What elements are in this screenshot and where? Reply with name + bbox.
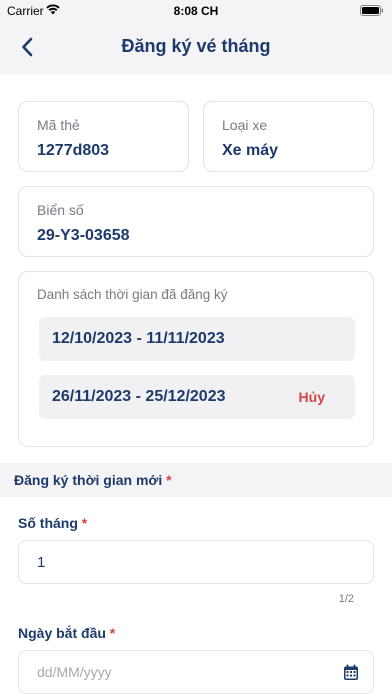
months-counter: 1/2: [338, 593, 354, 605]
vehicle-type-card: Loại xe Xe máy: [203, 101, 374, 172]
nav-bar: Đăng ký vé tháng: [0, 22, 392, 74]
clock: 8:08 CH: [173, 4, 219, 18]
start-date-input[interactable]: dd/MM/yyyy: [18, 650, 374, 694]
months-label: Số tháng *: [18, 515, 87, 531]
card-code-value: 1277d803: [37, 142, 110, 159]
battery-icon: [360, 5, 384, 16]
card-code-label: Mã thẻ: [37, 117, 80, 133]
required-mark: *: [81, 515, 88, 531]
plate-card: Biển số 29-Y3-03658: [18, 186, 374, 257]
card-code-card: Mã thẻ 1277d803: [18, 101, 189, 172]
period-range: 12/10/2023 - 11/11/2023: [52, 330, 225, 347]
status-bar: Carrier 8:08 CH: [0, 0, 392, 22]
calendar-icon[interactable]: [343, 664, 359, 681]
registered-periods-card: Danh sách thời gian đã đăng ký 12/10/202…: [18, 271, 374, 447]
months-input[interactable]: 1: [18, 540, 374, 584]
start-date-label: Ngày bắt đầu *: [18, 625, 115, 641]
months-label-text: Số tháng: [18, 515, 78, 531]
vehicle-type-label: Loại xe: [222, 117, 268, 133]
required-mark: *: [166, 472, 172, 488]
section-title-text: Đăng ký thời gian mới: [14, 472, 163, 488]
plate-value: 29-Y3-03658: [37, 227, 130, 244]
start-date-placeholder: dd/MM/yyyy: [37, 664, 112, 680]
cancel-period-button[interactable]: Hủy: [299, 389, 325, 405]
plate-label: Biển số: [37, 202, 84, 218]
months-value: 1: [37, 554, 46, 571]
required-mark: *: [109, 625, 116, 641]
period-item: 26/11/2023 - 25/12/2023 Hủy: [39, 375, 355, 419]
vehicle-type-value: Xe máy: [222, 142, 279, 159]
start-date-label-text: Ngày bắt đầu: [18, 625, 106, 641]
period-range: 26/11/2023 - 25/12/2023: [52, 388, 226, 405]
registered-periods-label: Danh sách thời gian đã đăng ký: [37, 287, 228, 302]
page-title: Đăng ký vé tháng: [121, 36, 271, 56]
new-registration-header: Đăng ký thời gian mới *: [0, 463, 392, 497]
period-item: 12/10/2023 - 11/11/2023: [39, 317, 355, 361]
section-title: Đăng ký thời gian mới *: [14, 472, 172, 488]
